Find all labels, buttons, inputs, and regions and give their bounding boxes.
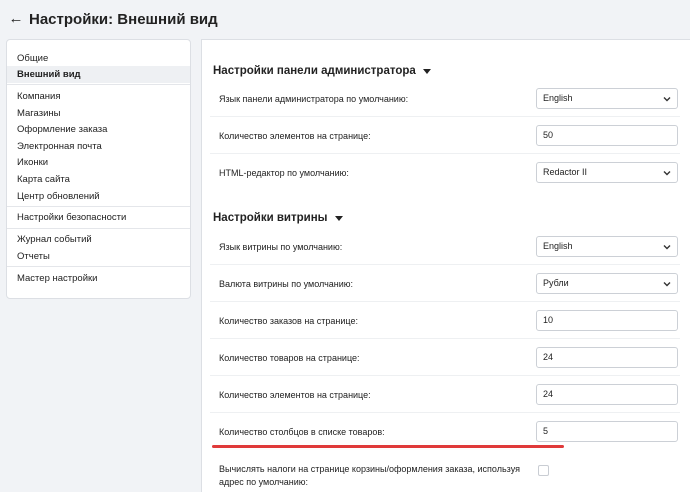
sidebar-item-updates[interactable]: Центр обновлений xyxy=(7,188,190,205)
admin-language-value: English xyxy=(543,93,573,103)
admin-language-select[interactable]: English xyxy=(536,88,678,109)
caret-down-icon xyxy=(422,68,431,74)
highlight-underline xyxy=(212,445,564,448)
orders-per-page-label: Количество заказов на странице: xyxy=(219,316,358,326)
html-editor-value: Redactor II xyxy=(543,167,588,177)
sidebar-item-company[interactable]: Компания xyxy=(7,88,190,105)
admin-items-per-page-input[interactable]: 50 xyxy=(536,125,678,146)
sidebar-divider xyxy=(7,228,190,229)
storefront-language-label: Язык витрины по умолчанию: xyxy=(219,242,343,252)
sidebar-divider xyxy=(7,206,190,207)
product-list-columns-label: Количество столбцов в списке товаров: xyxy=(219,427,385,437)
sidebar-item-checkout[interactable]: Оформление заказа xyxy=(7,121,190,138)
sidebar-item-setup-wizard[interactable]: Мастер настройки xyxy=(7,270,190,287)
sidebar-divider xyxy=(7,266,190,267)
row-divider xyxy=(210,153,680,154)
storefront-currency-label: Валюта витрины по умолчанию: xyxy=(219,279,354,289)
chevron-down-icon xyxy=(663,171,671,176)
storefront-section-title-text: Настройки витрины xyxy=(213,212,328,224)
calculate-taxes-label-line1: Вычислять налоги на странице корзины/офо… xyxy=(219,464,520,474)
storefront-currency-select[interactable]: Рубли xyxy=(536,273,678,294)
sidebar-item-stores[interactable]: Магазины xyxy=(7,105,190,122)
calculate-taxes-checkbox[interactable] xyxy=(538,465,549,476)
sidebar-item-security[interactable]: Настройки безопасности xyxy=(7,209,190,226)
row-divider xyxy=(210,264,680,265)
page-header: ← Настройки: Внешний вид xyxy=(0,0,690,40)
chevron-down-icon xyxy=(663,245,671,250)
row-divider xyxy=(210,375,680,376)
calculate-taxes-label-line2: адрес по умолчанию: xyxy=(219,477,309,487)
chevron-down-icon xyxy=(663,97,671,102)
row-divider xyxy=(210,116,680,117)
admin-language-label: Язык панели администратора по умолчанию: xyxy=(219,94,409,104)
html-editor-label: HTML-редактор по умолчанию: xyxy=(219,168,349,178)
storefront-language-value: English xyxy=(543,241,573,251)
sidebar-item-sitemap[interactable]: Карта сайта xyxy=(7,171,190,188)
sidebar-item-appearance[interactable]: Внешний вид xyxy=(7,66,190,83)
storefront-items-per-page-label: Количество элементов на странице: xyxy=(219,390,371,400)
arrow-left-icon[interactable]: ← xyxy=(8,10,24,28)
admin-section-title[interactable]: Настройки панели администратора xyxy=(213,65,431,77)
row-divider xyxy=(210,338,680,339)
sidebar-divider xyxy=(7,84,190,85)
html-editor-select[interactable]: Redactor II xyxy=(536,162,678,183)
chevron-down-icon xyxy=(663,282,671,287)
sidebar-item-email[interactable]: Электронная почта xyxy=(7,138,190,155)
settings-content: Настройки панели администратора Язык пан… xyxy=(201,39,690,492)
sidebar-item-icons[interactable]: Иконки xyxy=(7,154,190,171)
sidebar-item-reports[interactable]: Отчеты xyxy=(7,248,190,265)
storefront-items-per-page-input[interactable]: 24 xyxy=(536,384,678,405)
storefront-language-select[interactable]: English xyxy=(536,236,678,257)
row-divider xyxy=(210,301,680,302)
caret-down-icon xyxy=(334,215,343,221)
orders-per-page-input[interactable]: 10 xyxy=(536,310,678,331)
products-per-page-input[interactable]: 24 xyxy=(536,347,678,368)
settings-sidebar: Общие Внешний вид Компания Магазины Офор… xyxy=(6,39,191,299)
product-list-columns-input[interactable]: 5 xyxy=(536,421,678,442)
sidebar-item-general[interactable]: Общие xyxy=(7,50,190,67)
products-per-page-label: Количество товаров на странице: xyxy=(219,353,360,363)
sidebar-item-event-log[interactable]: Журнал событий xyxy=(7,231,190,248)
storefront-section-title[interactable]: Настройки витрины xyxy=(213,212,343,224)
page-title: Настройки: Внешний вид xyxy=(29,11,218,28)
admin-section-title-text: Настройки панели администратора xyxy=(213,65,416,77)
row-divider xyxy=(210,412,680,413)
storefront-currency-value: Рубли xyxy=(543,278,569,288)
admin-items-per-page-label: Количество элементов на странице: xyxy=(219,131,371,141)
